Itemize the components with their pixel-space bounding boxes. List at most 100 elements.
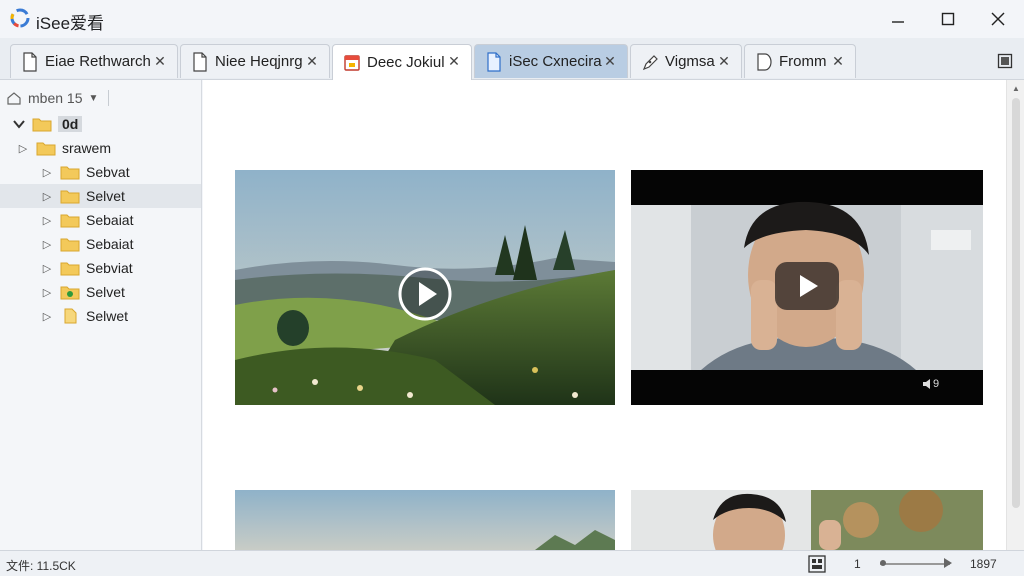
status-bar: 文件: 11.5CK 1 1897 [0,550,1024,576]
tree-item[interactable]: ▷ srawem [0,136,201,160]
scroll-thumb[interactable] [1012,98,1020,508]
play-icon[interactable] [775,262,839,310]
sidebar-header-label: mben 15 [28,90,83,106]
folder-icon [60,262,80,276]
folder-icon [60,190,80,204]
divider [108,90,110,106]
folder-icon [32,118,52,132]
tab-label: Fromm [779,53,827,70]
tab-0[interactable]: Eiae Rethwarch ✕ [10,44,178,78]
video-thumbnail-partial[interactable] [235,490,615,550]
tree-item[interactable]: ▷ Sebvat [0,160,201,184]
volume-indicator[interactable]: 9 [923,378,939,390]
tab-label: Eiae Rethwarch [45,53,151,70]
tab-label: Niee Heqjnrg [215,53,303,70]
person-image-partial [631,490,983,550]
document-icon [193,51,207,72]
tab-close-button[interactable]: ✕ [603,54,617,68]
close-icon [991,12,1005,26]
tab-3[interactable]: iSec Cxnecira ✕ [474,44,628,78]
chevron-right-icon: ▷ [42,262,52,275]
chevron-right-icon: ▷ [42,190,52,203]
document-icon [487,51,501,72]
video-thumbnail-landscape[interactable] [235,170,615,405]
document-icon [757,52,772,71]
grid-view-icon[interactable] [808,555,826,573]
tab-2-active[interactable]: Deec Jokiul ✕ [332,44,472,80]
folder-icon [60,214,80,228]
tab-close-button[interactable]: ✕ [153,54,167,68]
sidebar-header[interactable]: mben 15 ▼ [6,88,110,108]
chevron-down-icon: ▼ [88,92,99,104]
folder-icon [36,142,56,156]
chevron-right-icon: ▷ [42,286,52,299]
sidebar: mben 15 ▼ 0d ▷ srawem ▷ Sebvat ▷ Selvet … [0,80,202,550]
tree-item[interactable]: ▷ Selvet [0,280,201,304]
folder-icon [60,238,80,252]
volume-label: 9 [933,378,940,390]
maximize-button[interactable] [928,4,968,34]
calendar-icon [344,54,360,71]
chevron-right-icon: ▷ [42,310,52,323]
tree-root-label: 0d [58,116,83,132]
tree-item[interactable]: ▷ Sebviat [0,256,201,280]
tree-item[interactable]: ▷ Selwet [0,304,201,328]
chevron-right-icon: ▷ [18,142,28,155]
tab-close-button[interactable]: ✕ [831,54,845,68]
minimize-icon [892,21,904,23]
chevron-down-icon [13,120,25,129]
tree-item-label: Sebaiat [86,212,134,228]
tab-close-button[interactable]: ✕ [447,54,461,68]
tab-label: iSec Cxnecira [509,53,602,70]
tree-item[interactable]: ▷ Sebaiat [0,232,201,256]
zoom-level: 1 [854,557,861,571]
tab-close-button[interactable]: ✕ [717,54,731,68]
tab-4[interactable]: Vigmsa ✕ [630,44,742,78]
zoom-in-arrow-icon[interactable] [944,558,952,568]
tab-close-button[interactable]: ✕ [305,54,319,68]
tree-item-label: Sebaiat [86,236,134,252]
pen-icon [642,54,658,70]
minimize-button[interactable] [878,4,918,34]
folder-media-icon [60,286,80,300]
tab-label: Deec Jokiul [367,54,445,71]
scroll-up-icon[interactable]: ▲ [1012,84,1020,93]
app-logo-icon [10,8,30,28]
tree-item[interactable]: ▷ Sebaiat [0,208,201,232]
status-file-info: 文件: 11.5CK [6,559,76,573]
vertical-scrollbar[interactable]: ▲ [1006,80,1024,550]
tree-item-label: Selvet [86,284,125,300]
volume-icon [923,379,930,389]
tree-root[interactable]: 0d [0,112,201,136]
tree-item-selected[interactable]: ▷ Selvet [0,184,201,208]
file-icon [64,308,77,324]
folder-icon [60,166,80,180]
chevron-right-icon: ▷ [42,214,52,227]
status-count: 1897 [970,557,997,571]
tree-item-label: srawem [62,140,112,156]
panel-toggle-icon[interactable] [997,53,1013,69]
document-icon [23,51,37,72]
tab-label: Vigmsa [665,53,715,70]
tree-item-label: Sebviat [86,260,133,276]
zoom-slider[interactable] [880,563,950,565]
tab-5[interactable]: Fromm ✕ [744,44,856,78]
tree-item-label: Sebvat [86,164,130,180]
play-icon[interactable] [397,266,453,322]
title-bar: iSee爱看 [0,0,1024,38]
app-title: iSee爱看 [36,14,105,33]
chevron-right-icon: ▷ [42,238,52,251]
video-thumbnail-person[interactable]: 9 [631,170,983,405]
home-icon [7,92,21,105]
zoom-slider-knob[interactable] [880,560,886,566]
tree-item-label: Selwet [86,308,129,324]
chevron-right-icon: ▷ [42,166,52,179]
landscape-image-partial [235,490,615,550]
tree-item-label: Selvet [86,188,125,204]
tab-1[interactable]: Niee Heqjnrg ✕ [180,44,330,78]
close-window-button[interactable] [978,4,1018,34]
content-area: 9 [203,80,1006,550]
video-thumbnail-partial-person[interactable] [631,490,983,550]
tab-bar: Eiae Rethwarch ✕ Niee Heqjnrg ✕ Deec Jok… [0,38,1024,80]
maximize-icon [941,12,955,26]
